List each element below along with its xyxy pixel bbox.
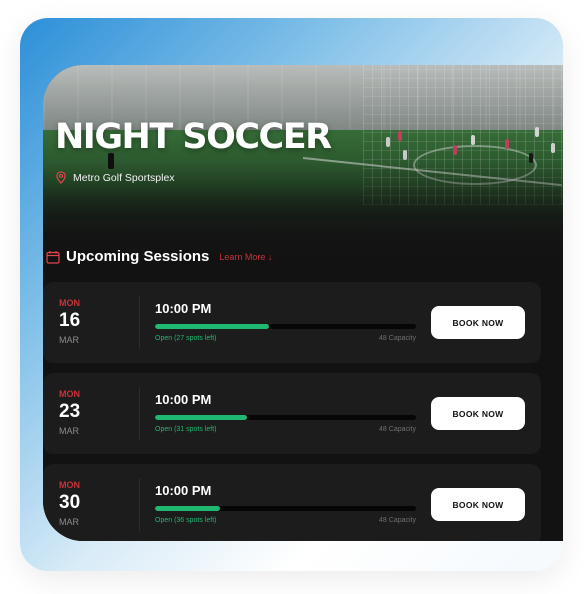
session-day: MON	[59, 389, 80, 399]
session-month: MAR	[59, 335, 79, 345]
book-now-button[interactable]: BOOK NOW	[431, 397, 525, 430]
upcoming-sessions-header: Upcoming Sessions Learn More ↓	[46, 248, 272, 265]
capacity-label: 48 Capacity	[379, 426, 416, 433]
session-time: 10:00 PM	[155, 392, 212, 407]
event-title: NIGHT SOCCER	[55, 117, 332, 157]
book-now-button[interactable]: BOOK NOW	[431, 488, 525, 521]
book-now-button[interactable]: BOOK NOW	[431, 306, 525, 339]
session-info: 10:00 PM Open (31 spots left) 48 Capacit…	[155, 392, 416, 433]
capacity-progress-bar	[155, 324, 416, 329]
session-time: 10:00 PM	[155, 301, 212, 316]
availability-status: Open (36 spots left)	[155, 517, 217, 524]
capacity-label: 48 Capacity	[379, 335, 416, 342]
divider	[139, 387, 140, 440]
session-info: 10:00 PM Open (36 spots left) 48 Capacit…	[155, 483, 416, 524]
venue-name: Metro Golf Sportsplex	[73, 171, 175, 184]
availability-status: Open (27 spots left)	[155, 335, 217, 342]
capacity-progress-fill	[155, 324, 270, 329]
divider	[139, 296, 140, 349]
session-info: 10:00 PM Open (27 spots left) 48 Capacit…	[155, 301, 416, 342]
session-time: 10:00 PM	[155, 483, 212, 498]
session-date-number: 30	[59, 492, 81, 513]
capacity-progress-bar	[155, 415, 416, 420]
session-day: MON	[59, 480, 80, 490]
session-day: MON	[59, 298, 80, 308]
session-row: MON 23 MAR 10:00 PM Open (31 spots left)…	[43, 373, 541, 454]
session-month: MAR	[59, 517, 79, 527]
session-date-number: 16	[59, 310, 81, 331]
session-date: MON 23 MAR	[59, 389, 99, 437]
calendar-icon	[46, 250, 60, 264]
session-month: MAR	[59, 426, 79, 436]
learn-more-link[interactable]: Learn More ↓	[219, 252, 272, 262]
location-pin-icon	[56, 171, 66, 184]
section-title: Upcoming Sessions	[66, 248, 210, 265]
session-date: MON 16 MAR	[59, 298, 99, 346]
event-card: NIGHT SOCCER Metro Golf Sportsplex Upcom…	[43, 65, 563, 541]
session-row: MON 30 MAR 10:00 PM Open (36 spots left)…	[43, 464, 541, 541]
venue-location: Metro Golf Sportsplex	[55, 171, 175, 184]
divider	[139, 478, 140, 531]
availability-status: Open (31 spots left)	[155, 426, 217, 433]
capacity-progress-fill	[155, 415, 248, 420]
session-date-number: 23	[59, 401, 81, 422]
capacity-progress-fill	[155, 506, 221, 511]
capacity-progress-bar	[155, 506, 416, 511]
capacity-label: 48 Capacity	[379, 517, 416, 524]
session-date: MON 30 MAR	[59, 480, 99, 528]
session-row: MON 16 MAR 10:00 PM Open (27 spots left)…	[43, 282, 541, 363]
